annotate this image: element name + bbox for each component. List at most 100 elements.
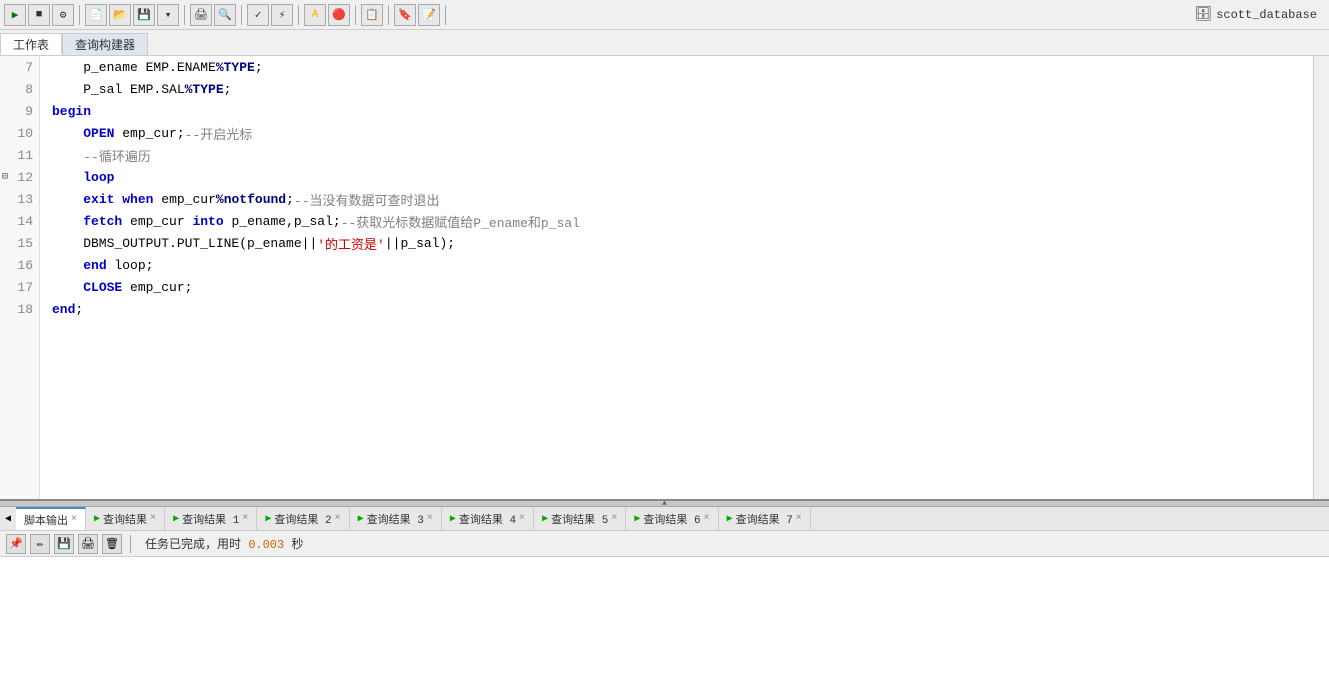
paste-button[interactable]: 📋 [361,4,383,26]
sep4 [298,5,299,25]
output-content [0,557,1329,694]
bottom-tab-label-6: 查询结果 5 [551,511,608,527]
bottom-tab-7[interactable]: ▶查询结果 6 × [626,507,718,530]
search-button[interactable]: 🔍 [214,4,236,26]
open-button[interactable]: 📂 [109,4,131,26]
save-button[interactable]: 💾 [133,4,155,26]
tabs-scroll-left[interactable]: ◀ [0,507,16,531]
bottom-tab-close-8[interactable]: × [796,513,802,524]
bottom-tab-close-4[interactable]: × [427,513,433,524]
bottom-tab-label-3: 查询结果 2 [274,511,331,527]
sep2 [184,5,185,25]
code-line-16: end loop; [40,254,1313,276]
editor-container: 7891011⊟12131415161718 p_ename EMP.ENAME… [0,56,1329,499]
bottom-tab-0[interactable]: 脚本输出 × [16,507,86,530]
bottom-tab-close-2[interactable]: × [242,513,248,524]
sep6 [388,5,389,25]
tab-query-builder[interactable]: 查询构建器 [62,33,148,55]
line-num-7: 7 [0,56,39,78]
code-line-17: CLOSE emp_cur; [40,276,1313,298]
bottom-tab-close-3[interactable]: × [335,513,341,524]
bottom-tab-label-8: 查询结果 7 [736,511,793,527]
bottom-tab-5[interactable]: ▶查询结果 4 × [442,507,534,530]
code-line-12: loop [40,166,1313,188]
status-message: 任务已完成，用时 0.003 秒 [145,535,303,552]
vertical-scrollbar[interactable] [1313,56,1329,499]
tab-worksheet[interactable]: 工作表 [0,33,62,55]
sep5 [355,5,356,25]
bottom-tab-close-1[interactable]: × [150,513,156,524]
clear-button[interactable]: 🔴 [328,4,350,26]
code-line-9: begin [40,100,1313,122]
history-button[interactable]: 🔖 [394,4,416,26]
run-button[interactable]: ▶ [4,4,26,26]
db-icon: 🗄 [1194,6,1212,23]
output-toolbar: 📌 ✏ 💾 🖨 🗑 任务已完成，用时 0.003 秒 [0,531,1329,557]
dropdown1[interactable]: ▾ [157,4,179,26]
extra-button[interactable]: 📝 [418,4,440,26]
code-line-18: end; [40,298,1313,320]
code-line-14: fetch emp_cur into p_ename,p_sal;--获取光标数… [40,210,1313,232]
line-num-18: 18 [0,298,39,320]
code-line-11: --循环遍历 [40,144,1313,166]
tab-play-icon-4: ▶ [358,513,364,525]
tab-play-icon-7: ▶ [634,513,640,525]
tab-play-icon-2: ▶ [173,513,179,525]
line-num-9: 9 [0,100,39,122]
db-connection-label: 🗄 scott_database [1194,6,1325,23]
line-num-13: 13 [0,188,39,210]
bottom-tab-8[interactable]: ▶查询结果 7 × [719,507,811,530]
bottom-tab-label-1: 查询结果 [103,511,147,527]
pin-button[interactable]: 📌 [6,534,26,554]
bottom-tab-close-5[interactable]: × [519,513,525,524]
bottom-sep [130,535,131,553]
line-num-16: 16 [0,254,39,276]
new-button[interactable]: 📄 [85,4,107,26]
edit-output-button[interactable]: ✏ [30,534,50,554]
bottom-tab-label-2: 查询结果 1 [182,511,239,527]
line-num-14: 14 [0,210,39,232]
bottom-tab-label-0: 脚本输出 [24,512,68,528]
bottom-tab-close-6[interactable]: × [611,513,617,524]
editor-tabs: 工作表 查询构建器 [0,30,1329,56]
bottom-tabs-bar: ◀ 脚本输出 ×▶查询结果 ×▶查询结果 1 ×▶查询结果 2 ×▶查询结果 3… [0,507,1329,531]
sep7 [445,5,446,25]
bottom-tab-3[interactable]: ▶查询结果 2 × [257,507,349,530]
db-name: scott_database [1216,8,1317,22]
save-output-button[interactable]: 💾 [54,534,74,554]
tab-play-icon-1: ▶ [94,513,100,525]
line-num-15: 15 [0,232,39,254]
bottom-panel: ▲ ◀ 脚本输出 ×▶查询结果 ×▶查询结果 1 ×▶查询结果 2 ×▶查询结果… [0,499,1329,694]
tab-play-icon-8: ▶ [727,513,733,525]
sep1 [79,5,80,25]
print-output-button[interactable]: 🖨 [78,534,98,554]
code-line-8: P_sal EMP.SAL%TYPE; [40,78,1313,100]
code-editor[interactable]: p_ename EMP.ENAME%TYPE; P_sal EMP.SAL%TY… [40,56,1313,499]
bottom-tab-close-0[interactable]: × [71,514,77,525]
debug-button[interactable]: ⚙ [52,4,74,26]
line-num-17: 17 [0,276,39,298]
code-line-15: DBMS_OUTPUT.PUT_LINE(p_ename||'的工资是'||p_… [40,232,1313,254]
clear-output-button[interactable]: 🗑 [102,534,122,554]
highlight-button[interactable]: A [304,4,326,26]
bottom-tab-label-4: 查询结果 3 [367,511,424,527]
bottom-tab-2[interactable]: ▶查询结果 1 × [165,507,257,530]
exec-button[interactable]: ⚡ [271,4,293,26]
tab-play-icon-3: ▶ [265,513,271,525]
stop-button[interactable]: ■ [28,4,50,26]
bottom-tab-label-5: 查询结果 4 [459,511,516,527]
code-line-13: exit when emp_cur%notfound;--当没有数据可查时退出 [40,188,1313,210]
bottom-tab-4[interactable]: ▶查询结果 3 × [350,507,442,530]
line-num-10: 10 [0,122,39,144]
bottom-tab-label-7: 查询结果 6 [643,511,700,527]
line-num-8: 8 [0,78,39,100]
print-button[interactable]: 🖨 [190,4,212,26]
fold-icon-12[interactable]: ⊟ [2,171,8,183]
check-button[interactable]: ✓ [247,4,269,26]
bottom-tab-6[interactable]: ▶查询结果 5 × [534,507,626,530]
bottom-tab-close-7[interactable]: × [704,513,710,524]
tab-play-icon-6: ▶ [542,513,548,525]
line-num-11: 11 [0,144,39,166]
code-line-10: OPEN emp_cur;--开启光标 [40,122,1313,144]
bottom-tab-1[interactable]: ▶查询结果 × [86,507,165,530]
